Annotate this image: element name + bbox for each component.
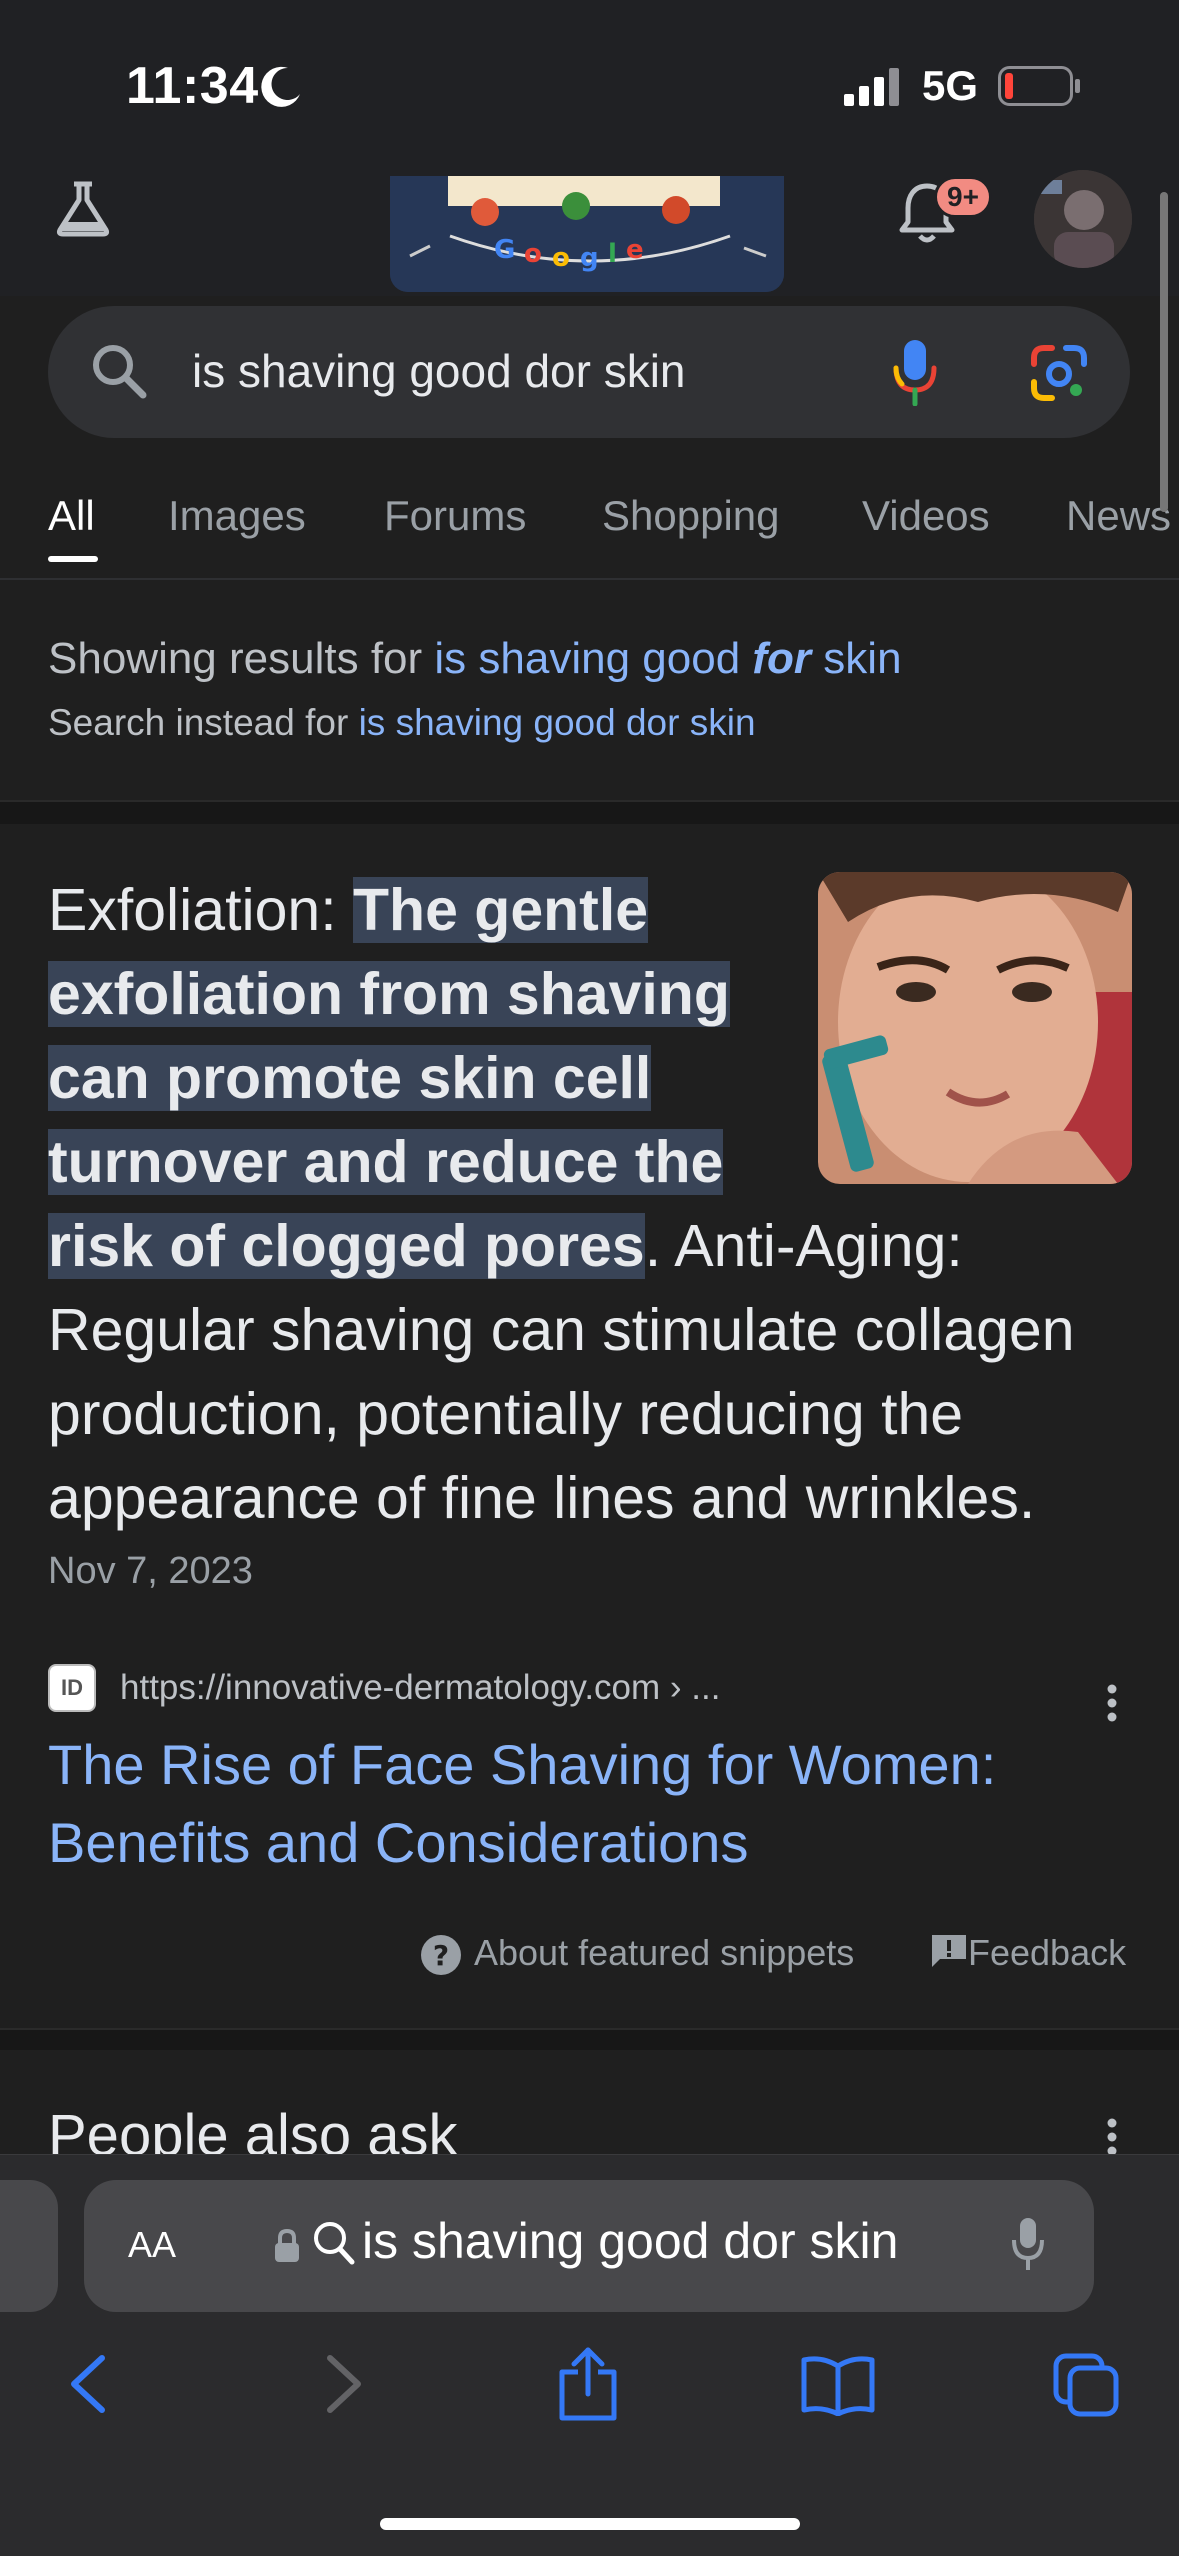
account-avatar[interactable] xyxy=(1034,170,1132,268)
source-url[interactable]: https://innovative-dermatology.com › ... xyxy=(120,1668,720,1708)
corrected-bold-word[interactable]: for xyxy=(752,634,811,683)
svg-text:o: o xyxy=(524,239,542,269)
about-snippets-label[interactable]: About featured snippets xyxy=(474,1932,854,1973)
reader-options-button[interactable]: AA xyxy=(128,2214,176,2268)
tab-videos[interactable]: Videos xyxy=(862,492,990,540)
google-lens-icon[interactable] xyxy=(1030,344,1088,402)
voice-search-mic-icon[interactable] xyxy=(890,338,940,406)
google-doodle[interactable]: G o o g l e xyxy=(390,176,784,292)
source-favicon[interactable]: ID xyxy=(48,1664,96,1712)
original-query-link[interactable]: is shaving good dor skin xyxy=(359,702,756,743)
tabs-overview-icon[interactable] xyxy=(1052,2352,1122,2418)
corrected-part2[interactable]: skin xyxy=(811,634,901,683)
svg-text:e: e xyxy=(626,235,644,265)
address-search-icon xyxy=(314,2222,355,2265)
aa-label[interactable]: AA xyxy=(128,2224,176,2265)
tab-all[interactable]: All xyxy=(48,492,95,540)
section-divider xyxy=(0,800,1179,824)
active-tab-indicator xyxy=(48,556,98,562)
home-indicator[interactable] xyxy=(380,2518,800,2530)
tab-images[interactable]: Images xyxy=(168,492,306,540)
bookmarks-icon[interactable] xyxy=(800,2352,876,2416)
showing-results-for: Showing results for is shaving good for … xyxy=(48,634,902,684)
svg-text:G: G xyxy=(494,235,515,265)
notification-badge: 9+ xyxy=(934,176,992,218)
search-input[interactable]: is shaving good dor skin xyxy=(192,344,686,398)
share-icon[interactable] xyxy=(556,2346,620,2422)
moon-icon xyxy=(261,66,300,107)
network-type-label: 5G xyxy=(922,62,979,109)
feedback-link[interactable]: Feedback xyxy=(930,1932,1126,1974)
people-also-ask-more-icon[interactable] xyxy=(1106,2118,1118,2156)
snippet-lead: Exfoliation: xyxy=(48,877,353,943)
tab-forums[interactable]: Forums xyxy=(384,492,526,540)
svg-text:l: l xyxy=(608,239,617,269)
labs-flask-icon[interactable] xyxy=(52,180,114,238)
about-featured-snippets-link[interactable]: About featured snippets xyxy=(420,1932,854,1974)
svg-text:g: g xyxy=(580,243,599,273)
cellular-signal-icon xyxy=(844,68,899,106)
featured-snippet-text: Exfoliation: The gentle exfoliation from… xyxy=(48,868,1138,1540)
corrected-query-link[interactable]: is shaving good for skin xyxy=(434,634,901,683)
address-bar-text[interactable]: is shaving good dor skin xyxy=(362,2212,898,2270)
avatar-photo-icon xyxy=(1034,170,1132,268)
more-options-icon[interactable] xyxy=(1106,1684,1118,1722)
snippet-date: Nov 7, 2023 xyxy=(48,1550,253,1592)
status-time: 11:34 xyxy=(126,57,259,115)
search-icon xyxy=(93,345,147,399)
back-chevron-icon[interactable] xyxy=(66,2352,110,2416)
corrected-part1[interactable]: is shaving good xyxy=(434,634,752,683)
showing-prefix: Showing results for xyxy=(48,634,435,683)
tab-shopping[interactable]: Shopping xyxy=(602,492,780,540)
battery-icon xyxy=(998,66,1080,106)
result-title-link[interactable]: The Rise of Face Shaving for Women: Bene… xyxy=(48,1726,1108,1882)
doodle-illustration-icon: G o o g l e xyxy=(390,176,784,292)
section-divider xyxy=(0,2028,1179,2050)
lock-icon xyxy=(275,2228,299,2262)
scrollbar[interactable] xyxy=(1160,192,1168,512)
svg-text:o: o xyxy=(552,243,570,273)
favicon-text: ID xyxy=(61,1675,83,1700)
tab-news[interactable]: News xyxy=(1066,492,1171,540)
feedback-icon xyxy=(932,1935,966,1967)
search-instead-prefix: Search instead for xyxy=(48,702,359,743)
search-instead-for: Search instead for is shaving good dor s… xyxy=(48,702,756,744)
dictation-mic-icon[interactable] xyxy=(1010,2216,1046,2272)
feedback-label[interactable]: Feedback xyxy=(968,1932,1126,1973)
forward-chevron-icon xyxy=(327,2355,361,2413)
previous-tab-preview[interactable] xyxy=(0,2180,58,2312)
search-tabs: All Images Forums Shopping Videos News xyxy=(0,478,1179,580)
